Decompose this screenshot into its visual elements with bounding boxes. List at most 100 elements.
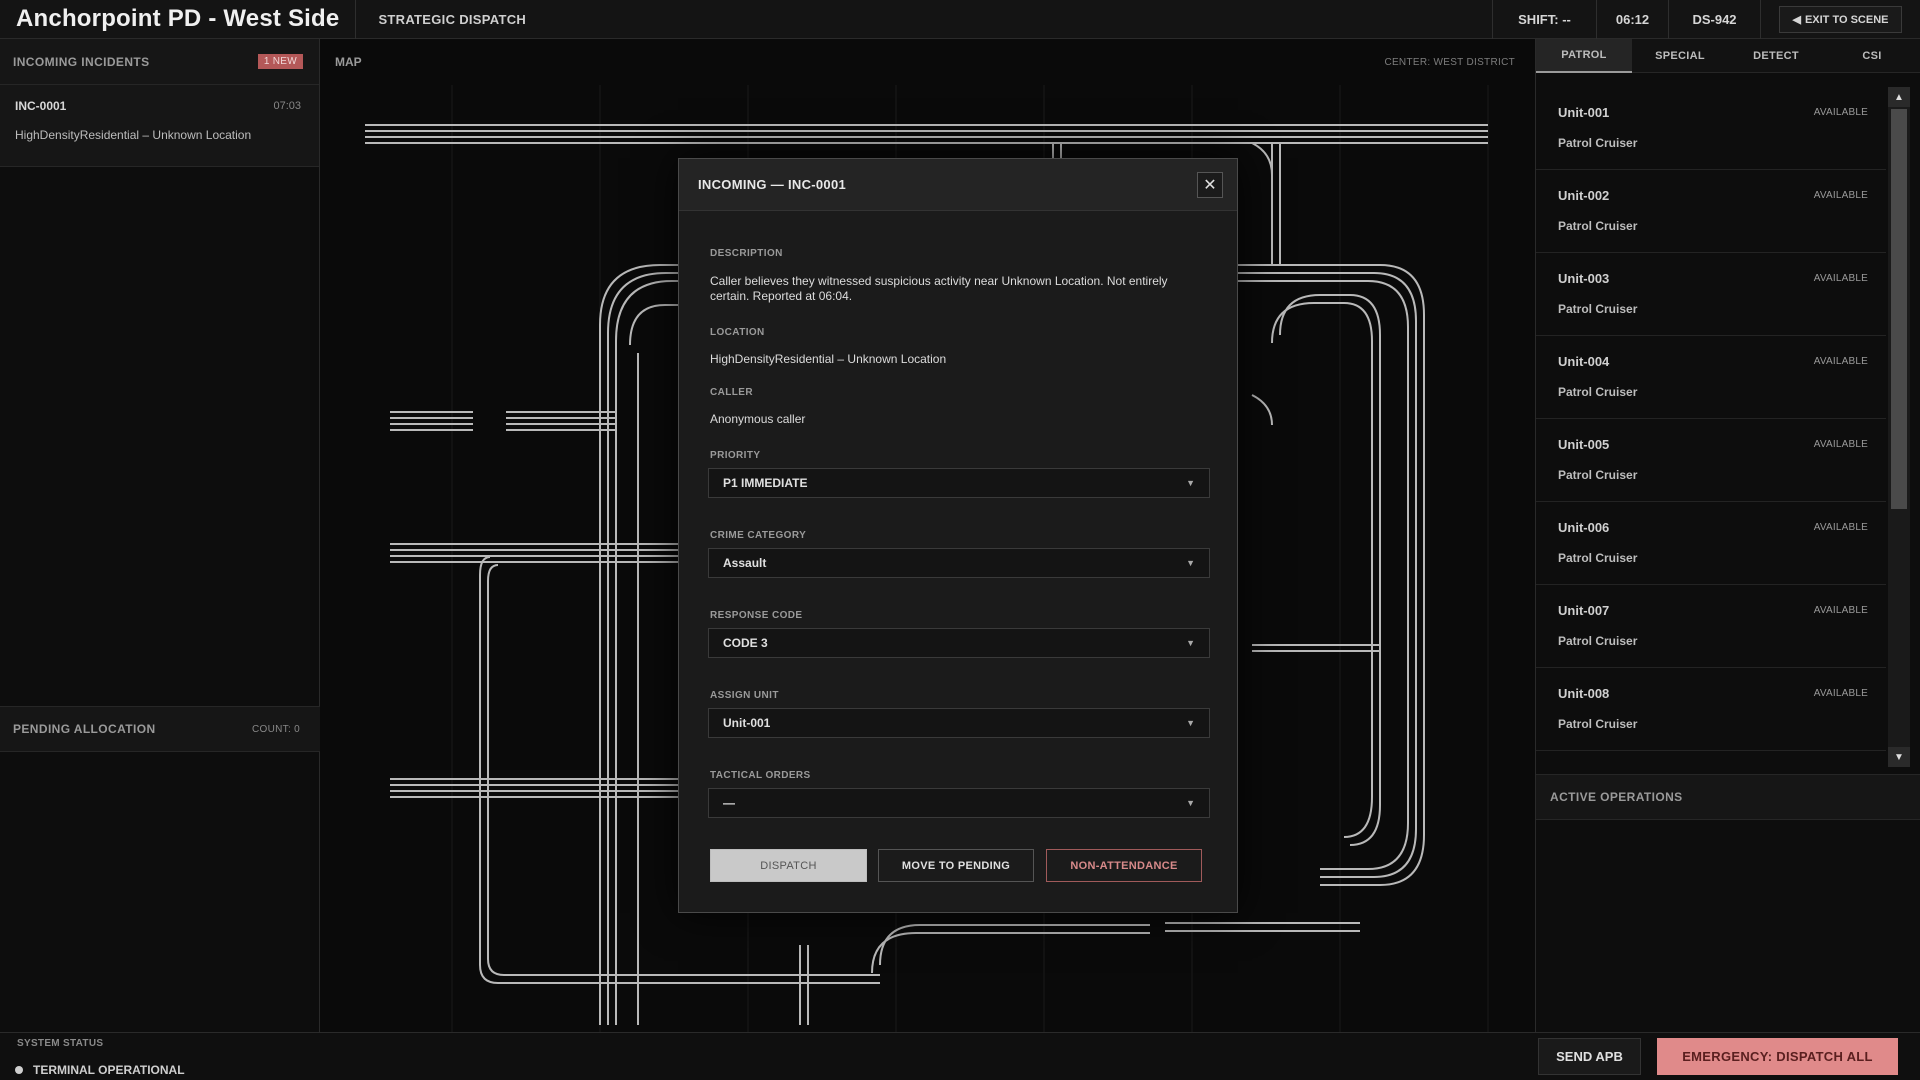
tactical-orders-value: — (723, 796, 735, 810)
tab-special[interactable]: SPECIAL (1632, 39, 1728, 73)
pending-allocation-header: PENDING ALLOCATION COUNT: 0 (0, 706, 320, 752)
incident-time: 07:03 (273, 100, 301, 112)
active-operations-title: ACTIVE OPERATIONS (1550, 790, 1683, 804)
scrollbar-thumb[interactable] (1891, 109, 1907, 509)
map-title: MAP (335, 55, 362, 69)
chevron-down-icon: ▼ (1186, 798, 1195, 808)
assign-unit-select[interactable]: Unit-001 ▼ (708, 708, 1210, 738)
crime-category-label: CRIME CATEGORY (710, 530, 807, 541)
incident-item[interactable]: INC-0001 07:03 HighDensityResidential – … (0, 85, 319, 167)
unit-status: AVAILABLE (1813, 356, 1868, 367)
app-title: Anchorpoint PD - West Side (16, 5, 340, 32)
tab-patrol[interactable]: PATROL (1536, 39, 1632, 73)
clock: 06:12 (1596, 0, 1668, 39)
unit-item[interactable]: Unit-005 AVAILABLE Patrol Cruiser (1536, 419, 1886, 502)
move-to-pending-button[interactable]: MOVE TO PENDING (878, 849, 1034, 882)
unit-type: Patrol Cruiser (1558, 634, 1638, 648)
unit-name: Unit-002 (1558, 188, 1610, 203)
unit-list: Unit-001 AVAILABLE Patrol Cruiser Unit-00… (1536, 87, 1886, 762)
location-label: LOCATION (710, 327, 765, 338)
unit-item[interactable]: Unit-008 AVAILABLE Patrol Cruiser (1536, 668, 1886, 751)
unit-type: Patrol Cruiser (1558, 551, 1638, 565)
tactical-orders-select[interactable]: — ▼ (708, 788, 1210, 818)
non-attendance-button[interactable]: NON-ATTENDANCE (1046, 849, 1202, 882)
description-text: Caller believes they witnessed suspiciou… (710, 274, 1168, 303)
unit-status: AVAILABLE (1813, 190, 1868, 201)
system-status-label: SYSTEM STATUS (17, 1038, 104, 1049)
tab-detect[interactable]: DETECT (1728, 39, 1824, 73)
map-center-label: CENTER: WEST DISTRICT (1384, 56, 1515, 68)
unit-item[interactable]: Unit-004 AVAILABLE Patrol Cruiser (1536, 336, 1886, 419)
unit-tabs: PATROL SPECIAL DETECT CSI (1536, 39, 1920, 73)
priority-value: P1 IMMEDIATE (723, 476, 808, 490)
exit-label: EXIT TO SCENE (1804, 13, 1889, 26)
unit-type: Patrol Cruiser (1558, 136, 1638, 150)
shift-indicator: SHIFT: -- (1492, 0, 1596, 39)
tab-csi[interactable]: CSI (1824, 39, 1920, 73)
location-text: HighDensityResidential – Unknown Locatio… (710, 352, 947, 366)
response-code-select[interactable]: CODE 3 ▼ (708, 628, 1210, 658)
unit-status: AVAILABLE (1813, 522, 1868, 533)
system-status: TERMINAL OPERATIONAL (15, 1063, 185, 1077)
crime-category-value: Assault (723, 556, 767, 570)
incoming-incidents-title: INCOMING INCIDENTS (13, 54, 150, 69)
terminal-id: DS-942 (1668, 0, 1760, 39)
chevron-down-icon: ▼ (1186, 478, 1195, 488)
unit-name: Unit-005 (1558, 437, 1610, 452)
unit-name: Unit-007 (1558, 603, 1610, 618)
unit-name: Unit-003 (1558, 271, 1610, 286)
unit-status: AVAILABLE (1813, 273, 1868, 284)
right-panel: PATROL SPECIAL DETECT CSI Unit-001 AVAILA… (1535, 39, 1920, 1032)
unit-type: Patrol Cruiser (1558, 302, 1638, 316)
header-status-group: SHIFT: -- 06:12 DS-942 ◀ EXIT TO SCENE (1492, 0, 1920, 39)
response-code-value: CODE 3 (723, 636, 768, 650)
response-code-label: RESPONSE CODE (710, 610, 803, 621)
emergency-dispatch-all-button[interactable]: EMERGENCY: DISPATCH ALL (1657, 1038, 1898, 1075)
unit-name: Unit-004 (1558, 354, 1610, 369)
scroll-down-icon[interactable]: ▼ (1888, 747, 1910, 767)
crime-category-select[interactable]: Assault ▼ (708, 548, 1210, 578)
unit-status: AVAILABLE (1813, 688, 1868, 699)
chevron-down-icon: ▼ (1186, 638, 1195, 648)
exit-cell: ◀ EXIT TO SCENE (1760, 0, 1920, 39)
unit-item[interactable]: Unit-006 AVAILABLE Patrol Cruiser (1536, 502, 1886, 585)
active-operations-header: ACTIVE OPERATIONS (1536, 774, 1920, 820)
pending-allocation-title: PENDING ALLOCATION (13, 722, 156, 736)
unit-item[interactable]: Unit-007 AVAILABLE Patrol Cruiser (1536, 585, 1886, 668)
assign-unit-value: Unit-001 (723, 716, 771, 730)
unit-item[interactable]: Unit-001 AVAILABLE Patrol Cruiser (1536, 87, 1886, 170)
tactical-orders-label: TACTICAL ORDERS (710, 770, 811, 781)
top-bar: Anchorpoint PD - West Side STRATEGIC DIS… (0, 0, 1920, 39)
left-panel: INCOMING INCIDENTS 1 NEW INC-0001 07:03 … (0, 39, 320, 1032)
unit-name: Unit-001 (1558, 105, 1610, 120)
new-incidents-badge: 1 NEW (257, 54, 303, 69)
unit-list-scrollbar[interactable]: ▲ ▼ (1888, 87, 1910, 767)
incident-modal: INCOMING — INC-0001 ✕ DESCRIPTION Caller… (678, 158, 1238, 913)
caller-text: Anonymous caller (710, 412, 806, 426)
unit-type: Patrol Cruiser (1558, 219, 1638, 233)
mode-label: STRATEGIC DISPATCH (378, 11, 527, 27)
caller-label: CALLER (710, 387, 753, 398)
unit-type: Patrol Cruiser (1558, 717, 1638, 731)
back-arrow-icon: ◀ (1792, 14, 1801, 26)
unit-status: AVAILABLE (1813, 605, 1868, 616)
close-icon[interactable]: ✕ (1197, 171, 1223, 198)
assign-unit-label: ASSIGN UNIT (710, 690, 779, 701)
unit-item[interactable]: Unit-003 AVAILABLE Patrol Cruiser (1536, 253, 1886, 336)
modal-title: INCOMING — INC-0001 (698, 177, 847, 192)
unit-item[interactable]: Unit-002 AVAILABLE Patrol Cruiser (1536, 170, 1886, 253)
priority-select[interactable]: P1 IMMEDIATE ▼ (708, 468, 1210, 498)
scroll-up-icon[interactable]: ▲ (1888, 87, 1910, 107)
dispatch-button[interactable]: DISPATCH (710, 849, 867, 882)
unit-name: Unit-006 (1558, 520, 1610, 535)
system-status-text: TERMINAL OPERATIONAL (33, 1063, 185, 1077)
pending-count: COUNT: 0 (252, 723, 300, 735)
status-dot-icon (15, 1066, 23, 1074)
exit-to-scene-button[interactable]: ◀ EXIT TO SCENE (1779, 6, 1902, 33)
description-label: DESCRIPTION (710, 248, 783, 259)
unit-type: Patrol Cruiser (1558, 468, 1638, 482)
unit-status: AVAILABLE (1813, 439, 1868, 450)
unit-status: AVAILABLE (1813, 107, 1868, 118)
send-apb-button[interactable]: SEND APB (1538, 1038, 1641, 1075)
chevron-down-icon: ▼ (1186, 558, 1195, 568)
